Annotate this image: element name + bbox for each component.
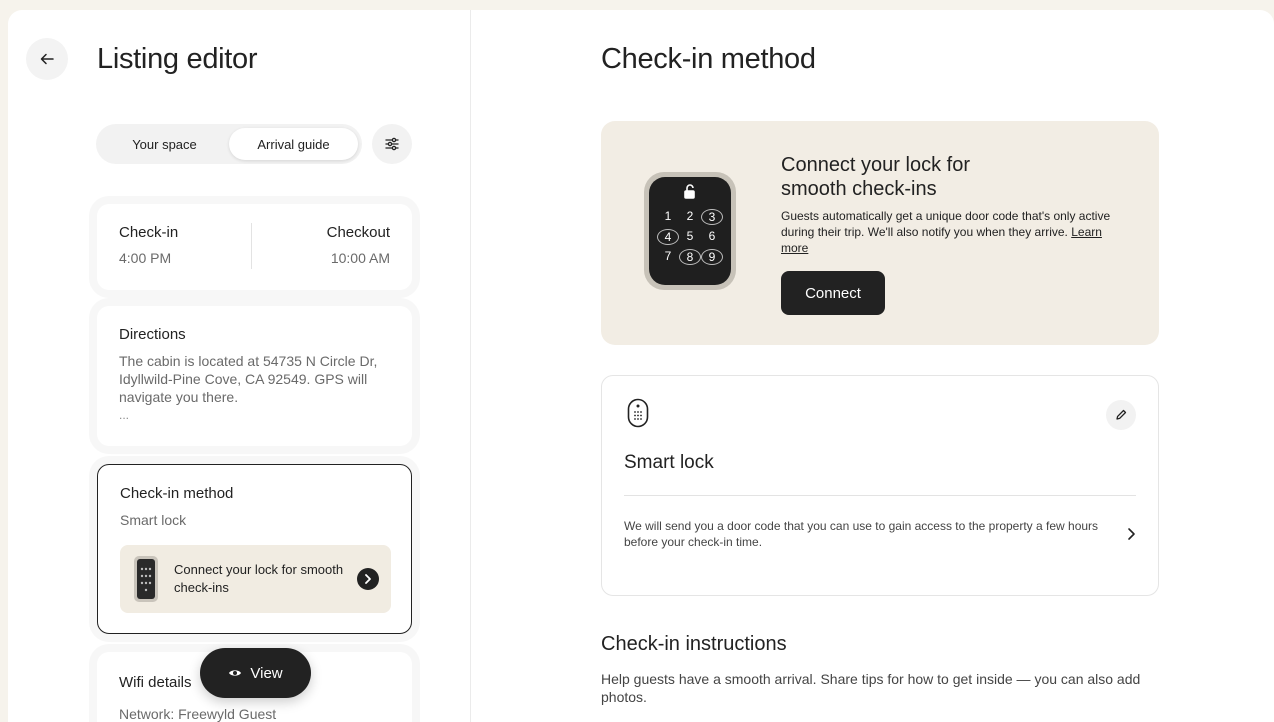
- method-title: Check-in method: [120, 485, 234, 502]
- promo-text: Connect your lock for smooth check-ins: [174, 562, 344, 595]
- smart-lock-title: Smart lock: [624, 452, 714, 473]
- chevron-right-icon[interactable]: [1126, 527, 1136, 541]
- directions-text: The cabin is located at 54735 N Circle D…: [119, 353, 378, 405]
- back-arrow-icon: [40, 53, 54, 65]
- keypad-key: 4: [657, 229, 679, 245]
- wifi-network: Network: Freewyld Guest: [119, 706, 277, 722]
- smart-lock-description: We will send you a door code that you ca…: [624, 519, 1099, 549]
- divider: [624, 495, 1136, 496]
- checkin-times-card[interactable]: Check-in 4:00 PM Checkout 10:00 AM: [97, 204, 412, 290]
- filter-sliders-icon: [385, 137, 399, 151]
- checkin-column: Check-in 4:00 PM: [119, 224, 178, 266]
- connect-lock-promo[interactable]: Connect your lock for smooth check-ins: [120, 545, 391, 613]
- keypad-keys: 1 2 3 4 5 6 7 8 9: [657, 209, 723, 265]
- keypad-lock-icon: [134, 556, 158, 602]
- checkin-method-panel: Check-in method 1 2 3 4 5 6 7 8 9 Connec…: [472, 10, 1274, 722]
- keypad-key: 9: [701, 249, 723, 265]
- method-value: Smart lock: [120, 512, 187, 528]
- instructions-body: Help guests have a smooth arrival. Share…: [601, 671, 1141, 705]
- checkout-time: 10:00 AM: [330, 250, 390, 266]
- divider: [251, 223, 252, 269]
- section-title: Check-in method: [601, 43, 816, 75]
- tab-switcher: Your space Arrival guide: [96, 124, 362, 164]
- tab-your-space[interactable]: Your space: [100, 128, 229, 160]
- listing-editor-panel: Listing editor Your space Arrival guide …: [8, 10, 471, 722]
- checkout-column: Checkout 10:00 AM: [327, 224, 390, 266]
- checkin-method-card[interactable]: Check-in method Smart lock Connect your …: [97, 464, 412, 634]
- promo-heading: Connect your lock for smooth check-ins: [781, 154, 970, 200]
- checkout-label: Checkout: [326, 224, 390, 241]
- directions-ellipsis: ...: [119, 408, 130, 422]
- keypad-illustration: 1 2 3 4 5 6 7 8 9: [643, 171, 737, 291]
- instructions-title: Check-in instructions: [601, 633, 787, 655]
- directions-title: Directions: [119, 326, 186, 343]
- keypad-key: 1: [664, 209, 672, 223]
- smart-lock-icon: [627, 398, 649, 428]
- back-button[interactable]: [26, 38, 68, 80]
- keypad-key: 6: [708, 229, 716, 243]
- promo-arrow-button[interactable]: [357, 568, 379, 590]
- keypad-key: 2: [686, 209, 694, 223]
- edit-button[interactable]: [1106, 400, 1136, 430]
- checkin-time: 4:00 PM: [119, 250, 172, 266]
- connect-lock-card: 1 2 3 4 5 6 7 8 9 Connect your lock for …: [601, 121, 1159, 345]
- promo-body: Guests automatically get a unique door c…: [781, 208, 1126, 256]
- directions-card[interactable]: Directions The cabin is located at 54735…: [97, 306, 412, 446]
- chevron-right-icon: [365, 574, 371, 584]
- view-button-label: View: [250, 664, 283, 682]
- checkin-label: Check-in: [119, 224, 179, 241]
- keypad-key: 3: [701, 209, 723, 225]
- keypad-key: 5: [686, 229, 694, 243]
- filter-button[interactable]: [372, 124, 412, 164]
- page-title: Listing editor: [97, 43, 258, 75]
- connect-button[interactable]: Connect: [781, 271, 885, 315]
- tab-arrival-guide[interactable]: Arrival guide: [229, 128, 358, 160]
- keypad-key: 8: [679, 249, 701, 265]
- pencil-icon: [1116, 409, 1127, 420]
- promo-body-text: Guests automatically get a unique door c…: [781, 209, 1111, 239]
- app-window: Listing editor Your space Arrival guide …: [8, 10, 1274, 722]
- view-button[interactable]: View: [200, 648, 311, 698]
- keypad-key: 7: [664, 249, 672, 263]
- eye-icon: [229, 670, 242, 676]
- smart-lock-card[interactable]: Smart lock We will send you a door code …: [601, 375, 1159, 596]
